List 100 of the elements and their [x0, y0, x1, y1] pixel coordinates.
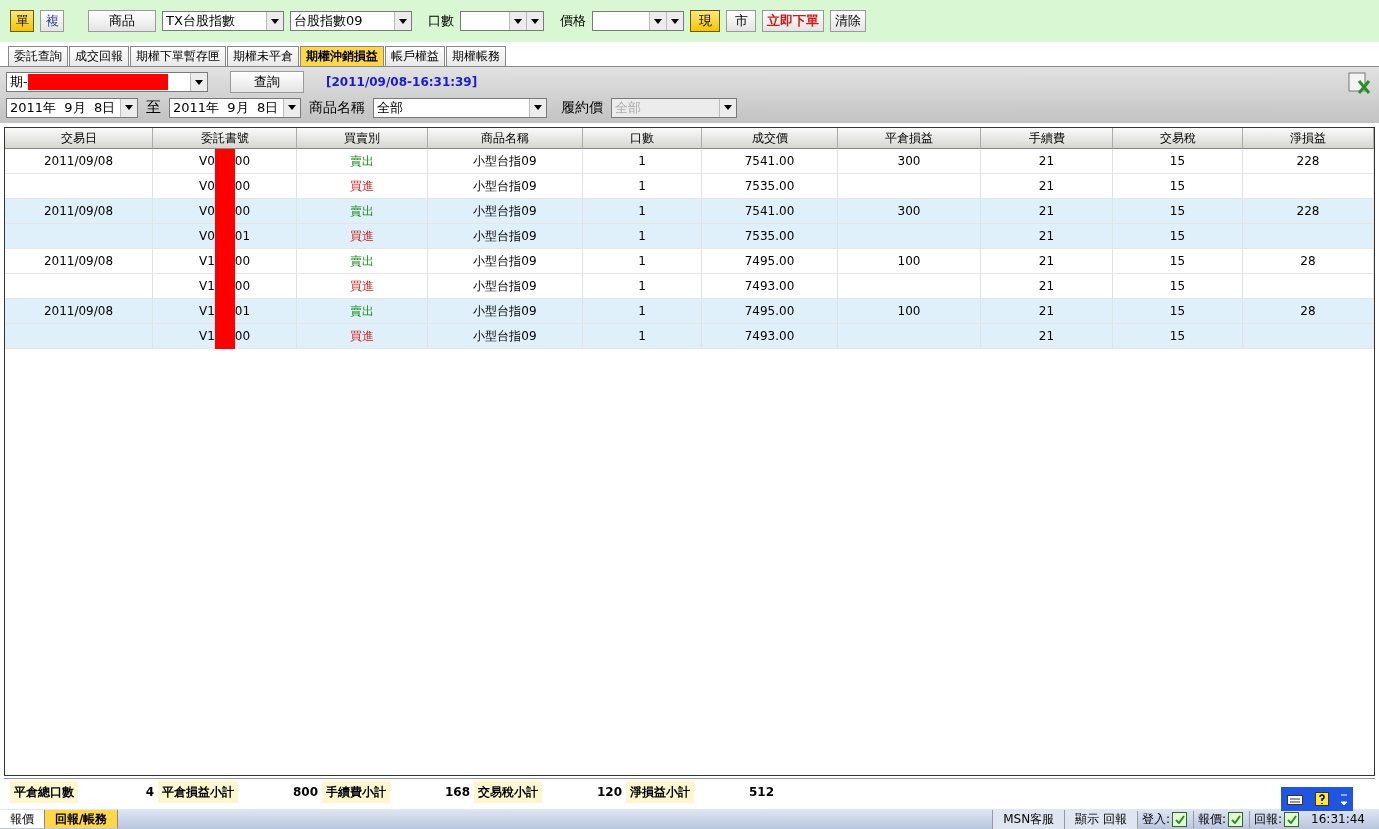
column-header[interactable]: 口數: [583, 128, 702, 149]
table-cell: 100: [838, 249, 981, 274]
column-header[interactable]: 商品名稱: [428, 128, 583, 149]
tab[interactable]: 期權帳務: [446, 46, 506, 66]
submit-order-button[interactable]: 立即下單: [762, 10, 824, 32]
status-button[interactable]: 顯示 回報: [1064, 809, 1137, 829]
table-cell: 1: [583, 174, 702, 199]
price-label: 價格: [560, 12, 586, 30]
price-spinner[interactable]: [592, 11, 684, 31]
status-time: 16:31:44: [1311, 812, 1365, 826]
dropdown-caret-icon[interactable]: [649, 12, 666, 30]
table-cell: 7493.00: [702, 274, 838, 299]
tab[interactable]: 期權沖銷損益: [300, 46, 384, 66]
table-cell: 小型台指09: [428, 324, 583, 349]
column-header[interactable]: 平倉損益: [838, 128, 981, 149]
table-cell: 1: [583, 199, 702, 224]
contract-select[interactable]: 台股指數09: [290, 11, 412, 31]
bottom-tab[interactable]: 回報/帳務: [45, 810, 119, 828]
column-header[interactable]: 成交價: [702, 128, 838, 149]
table-cell: 小型台指09: [428, 174, 583, 199]
tab[interactable]: 期權未平倉: [227, 46, 299, 66]
redaction-block: [214, 148, 235, 174]
dropdown-caret-icon[interactable]: [120, 98, 137, 117]
quantity-spinner[interactable]: [460, 11, 544, 31]
summary-label: 平倉損益小計: [158, 781, 238, 803]
help-icon[interactable]: [1315, 792, 1329, 806]
clear-button[interactable]: 清除: [830, 10, 866, 32]
table-cell: 2011/09/08: [5, 149, 153, 174]
summary-label: 手續費小計: [322, 781, 390, 803]
table-cell: V1 00: [153, 324, 297, 349]
table-cell: 21: [981, 299, 1113, 324]
column-header[interactable]: 交易日: [5, 128, 153, 149]
table-cell: 21: [981, 174, 1113, 199]
table-cell: 1: [583, 149, 702, 174]
table-cell: 小型台指09: [428, 274, 583, 299]
column-header[interactable]: 買賣別: [297, 128, 428, 149]
options-arrow-icon[interactable]: [1341, 792, 1347, 806]
table-cell: 228: [1243, 199, 1374, 224]
table-cell: V0 00: [153, 149, 297, 174]
table-cell: 7495.00: [702, 249, 838, 274]
table-cell: 7493.00: [702, 324, 838, 349]
dropdown-caret-icon[interactable]: [394, 12, 411, 30]
table-cell: 買進: [297, 224, 428, 249]
table-cell: 15: [1113, 224, 1243, 249]
table-cell: 15: [1113, 274, 1243, 299]
table-cell: 1: [583, 299, 702, 324]
date-from-select[interactable]: 2011年 9月 8日: [6, 97, 138, 118]
status-label: 報價:: [1193, 810, 1227, 828]
table-cell: 小型台指09: [428, 199, 583, 224]
table-cell: V0 00: [153, 199, 297, 224]
tab[interactable]: 期權下單暫存匣: [130, 46, 226, 66]
ime-toolbar[interactable]: [1281, 787, 1353, 811]
mode-button[interactable]: 複: [40, 10, 64, 32]
export-excel-icon[interactable]: [1347, 71, 1373, 95]
table-cell: 300: [838, 149, 981, 174]
table-cell: 7541.00: [702, 199, 838, 224]
column-header[interactable]: 交易稅: [1113, 128, 1243, 149]
column-header[interactable]: 手續費: [981, 128, 1113, 149]
product-name-select[interactable]: 全部: [373, 97, 547, 118]
table-cell: 賣出: [297, 299, 428, 324]
table-cell: 7535.00: [702, 174, 838, 199]
status-button[interactable]: MSN客服: [992, 809, 1065, 829]
table-cell: 小型台指09: [428, 299, 583, 324]
date-to-select[interactable]: 2011年 9月 8日: [169, 97, 301, 118]
table-cell: 小型台指09: [428, 149, 583, 174]
table-cell: 21: [981, 199, 1113, 224]
query-button[interactable]: 查詢: [230, 71, 304, 94]
dropdown-caret-icon[interactable]: [509, 12, 526, 30]
table-cell: 15: [1113, 199, 1243, 224]
dropdown-caret-icon[interactable]: [526, 12, 543, 30]
product-button[interactable]: 商品: [88, 10, 156, 32]
tab[interactable]: 委託查詢: [8, 46, 68, 66]
keyboard-icon[interactable]: [1287, 793, 1303, 805]
query-timestamp: [2011/09/08-16:31:39]: [326, 75, 478, 90]
bottom-tab[interactable]: 報價: [0, 810, 45, 828]
product-select[interactable]: TX台股指數: [162, 11, 284, 31]
dropdown-caret-icon[interactable]: [266, 12, 283, 30]
table-cell: 小型台指09: [428, 224, 583, 249]
quantity-label: 口數: [428, 12, 454, 30]
table-cell: 15: [1113, 249, 1243, 274]
summary-value: 120: [595, 784, 623, 801]
dropdown-caret-icon[interactable]: [190, 73, 207, 92]
table-cell: 228: [1243, 149, 1374, 174]
account-select[interactable]: 期-: [6, 72, 208, 93]
dropdown-caret-icon[interactable]: [666, 12, 683, 30]
dropdown-caret-icon[interactable]: [529, 98, 546, 117]
column-header[interactable]: 淨損益: [1243, 128, 1374, 149]
dropdown-caret-icon[interactable]: [283, 98, 300, 117]
column-header[interactable]: 委託書號: [153, 128, 297, 149]
price-type-button[interactable]: 現: [690, 10, 720, 32]
tab[interactable]: 帳戶權益: [385, 46, 445, 66]
price-type-button[interactable]: 市: [726, 10, 756, 32]
table-cell: 1: [583, 249, 702, 274]
tab[interactable]: 成交回報: [69, 46, 129, 66]
mode-button[interactable]: 單: [10, 10, 34, 32]
table-cell: V0 00: [153, 174, 297, 199]
summary-value: 512: [747, 784, 775, 801]
strike-label: 履約價: [561, 98, 603, 117]
table-cell: V1 00: [153, 274, 297, 299]
table-cell: 15: [1113, 324, 1243, 349]
